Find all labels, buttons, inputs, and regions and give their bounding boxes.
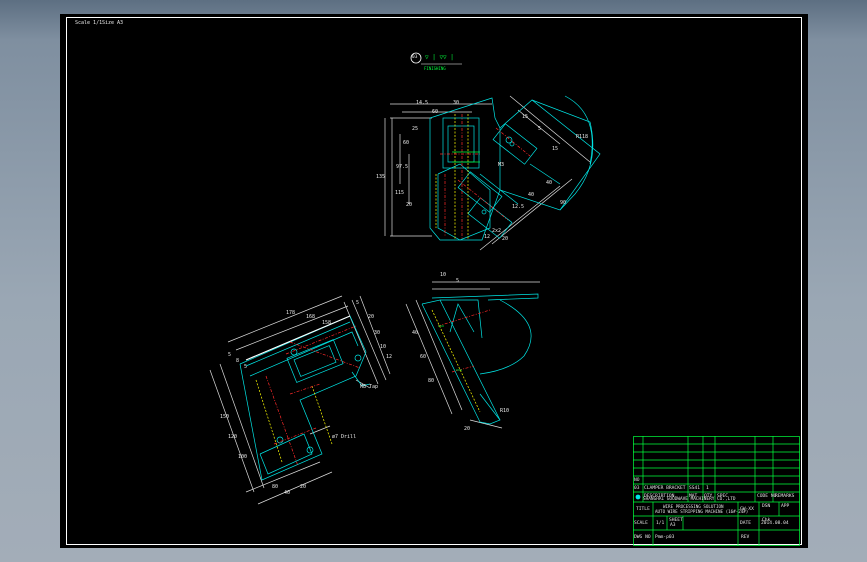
tb-sheet-value: A3 bbox=[670, 523, 676, 528]
dim-side-2: 5 bbox=[456, 278, 460, 284]
tb-scale-label: SCALE bbox=[634, 521, 648, 526]
dim-side-3: 40 bbox=[412, 330, 419, 336]
tb-dwg-label: DWG NO bbox=[634, 535, 651, 540]
cad-viewport[interactable]: Scale 1/1 Size A3 03 ▽ | ▽▽ | FINISHING bbox=[60, 14, 808, 548]
dim-side-7: R10 bbox=[500, 408, 510, 414]
tb-scale-value: 1/1 bbox=[656, 521, 665, 526]
tb-row-no: 03 bbox=[634, 486, 640, 491]
tb-date-label: DATE bbox=[740, 521, 752, 526]
tb-dsn-label: DSN bbox=[762, 504, 771, 509]
tb-row-qty: 1 bbox=[706, 486, 709, 491]
tb-row-mat: SS41 bbox=[689, 486, 701, 491]
tb-company: SHANGHAI GOODWAVE MACHINERY CO.,LTD bbox=[643, 497, 736, 502]
title-block: 03 CLAMPER BRACKET SS41 1 NO DESCRIPTION… bbox=[633, 436, 800, 546]
tb-rev-label: REV bbox=[741, 535, 750, 540]
tb-row-description: CLAMPER BRACKET bbox=[644, 486, 686, 491]
title-block-grid bbox=[633, 436, 800, 546]
dim-side-4: 60 bbox=[420, 354, 427, 360]
tb-col-code-no: CODE NO bbox=[757, 494, 777, 499]
dim-side-5: 80 bbox=[428, 378, 435, 384]
dim-side-1: 10 bbox=[440, 272, 447, 278]
tb-col-no: NO bbox=[634, 478, 640, 483]
tb-title-line2: AUTO WIRE STRIPPING MACHINE (16#-24#) bbox=[655, 509, 749, 514]
dim-side-6: 20 bbox=[464, 426, 471, 432]
tb-date-value: 2014.08.04 bbox=[761, 521, 789, 526]
tb-title-code: GW-XX bbox=[740, 507, 754, 512]
tb-dwg-value: Pmm-p03 bbox=[655, 535, 675, 540]
tb-app-label: APP bbox=[781, 504, 790, 509]
tb-col-remarks: REMARKS bbox=[775, 494, 795, 499]
tb-title-label: TITLE bbox=[636, 507, 650, 512]
